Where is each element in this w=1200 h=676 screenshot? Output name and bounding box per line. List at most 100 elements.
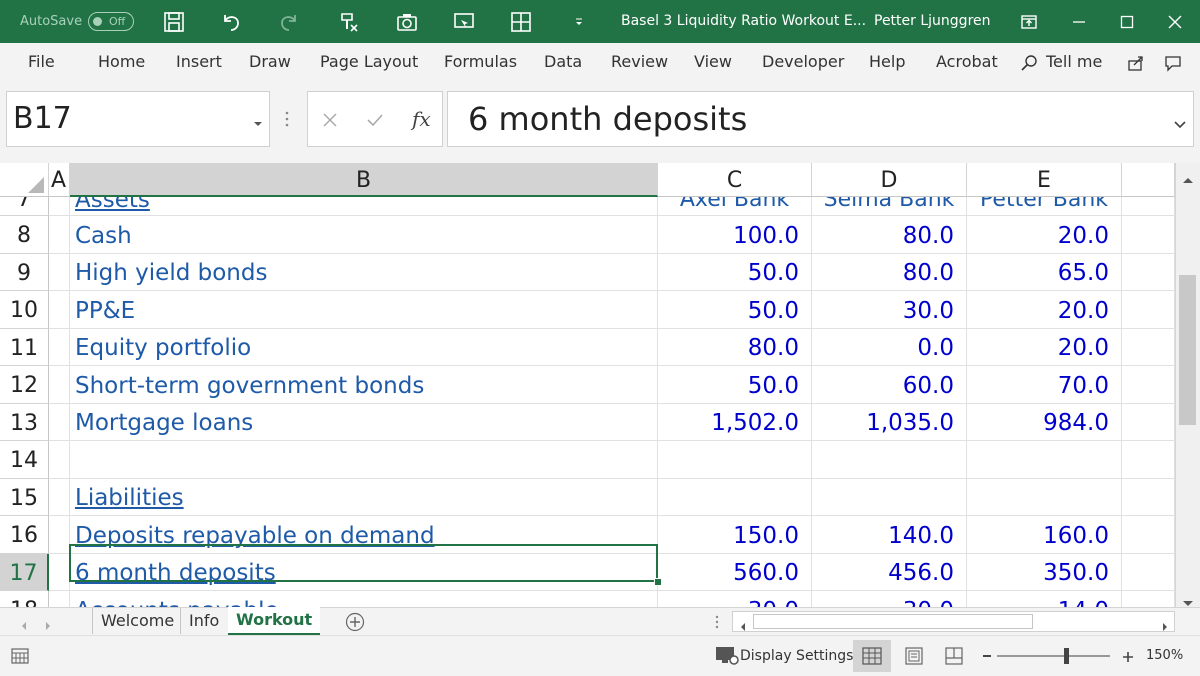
scroll-right-icon[interactable]	[1161, 617, 1169, 636]
page-layout-view-icon[interactable]	[904, 646, 924, 670]
value-cell[interactable]: 30.0	[812, 591, 967, 607]
column-header-e[interactable]: E	[967, 163, 1122, 197]
value-cell[interactable]: 65.0	[967, 254, 1122, 291]
cell[interactable]	[49, 404, 70, 441]
undo-icon[interactable]	[218, 9, 244, 35]
cell[interactable]	[1122, 591, 1175, 607]
scroll-thumb[interactable]	[1179, 275, 1196, 425]
display-settings-icon[interactable]	[715, 645, 739, 671]
cancel-entry-icon[interactable]	[322, 112, 338, 132]
cell[interactable]	[1122, 197, 1175, 216]
value-cell[interactable]: 20.0	[967, 329, 1122, 366]
tab-developer[interactable]: Developer	[762, 43, 844, 81]
row-header[interactable]: 7	[0, 197, 49, 216]
save-icon[interactable]	[161, 9, 187, 35]
comments-icon[interactable]	[1163, 53, 1183, 77]
add-sheet-icon[interactable]	[345, 612, 365, 636]
row-label-cell[interactable]: Equity portfolio	[70, 329, 658, 366]
cell[interactable]	[49, 197, 70, 216]
zoom-out-icon[interactable]	[983, 655, 991, 657]
zoom-slider[interactable]	[997, 655, 1110, 657]
cell[interactable]	[49, 366, 70, 404]
sheet-tab-welcome[interactable]: Welcome	[92, 608, 182, 634]
tab-formulas[interactable]: Formulas	[444, 43, 517, 81]
page-break-view-icon[interactable]	[944, 646, 964, 670]
column-header-d[interactable]: D	[812, 163, 967, 197]
row-header[interactable]: 17	[0, 554, 49, 591]
value-cell[interactable]	[812, 479, 967, 516]
cell[interactable]	[49, 329, 70, 366]
cell[interactable]	[1122, 404, 1175, 441]
tab-home[interactable]: Home	[98, 43, 145, 81]
value-cell[interactable]: 20.0	[967, 291, 1122, 329]
value-cell[interactable]	[812, 441, 967, 479]
cell[interactable]	[49, 254, 70, 291]
tab-page-layout[interactable]: Page Layout	[320, 43, 418, 81]
row-header[interactable]: 18	[0, 591, 49, 607]
normal-view-button[interactable]	[853, 640, 891, 672]
value-cell[interactable]: 80.0	[658, 329, 812, 366]
scroll-up-icon[interactable]	[1182, 169, 1194, 188]
select-all-corner[interactable]	[0, 163, 49, 197]
value-cell[interactable]: 50.0	[658, 291, 812, 329]
zoom-slider-thumb[interactable]	[1064, 648, 1069, 664]
name-box[interactable]: B17	[6, 91, 270, 147]
row-label-cell[interactable]: Cash	[70, 216, 658, 254]
cell[interactable]	[1122, 291, 1175, 329]
clear-format-icon[interactable]	[336, 9, 362, 35]
cell[interactable]	[1122, 366, 1175, 404]
cell[interactable]	[1122, 329, 1175, 366]
value-cell[interactable]: 80.0	[812, 216, 967, 254]
row-header[interactable]: 9	[0, 254, 49, 291]
tab-data[interactable]: Data	[544, 43, 582, 81]
row-label-cell[interactable]: Mortgage loans	[70, 404, 658, 441]
row-label-cell[interactable]	[70, 441, 658, 479]
cell[interactable]	[49, 516, 70, 554]
value-cell[interactable]	[658, 441, 812, 479]
prev-sheet-icon[interactable]	[20, 616, 28, 635]
chevron-down-icon[interactable]	[253, 114, 263, 133]
tab-view[interactable]: View	[694, 43, 732, 81]
value-cell[interactable]: 50.0	[658, 366, 812, 404]
insert-function-button[interactable]: fx	[412, 92, 431, 146]
horizontal-scrollbar[interactable]	[732, 611, 1175, 632]
value-cell[interactable]: 30.0	[812, 291, 967, 329]
table-grid-icon[interactable]	[508, 9, 534, 35]
value-cell[interactable]: 50.0	[658, 254, 812, 291]
value-cell[interactable]: 150.0	[658, 516, 812, 554]
split-handle-icon[interactable]	[714, 614, 720, 634]
row-header[interactable]: 16	[0, 516, 49, 554]
value-cell[interactable]	[967, 479, 1122, 516]
value-cell[interactable]: 100.0	[658, 216, 812, 254]
tab-acrobat[interactable]: Acrobat	[936, 43, 998, 81]
tab-insert[interactable]: Insert	[176, 43, 222, 81]
close-icon[interactable]	[1162, 9, 1188, 35]
bank-name-petter[interactable]: Petter Bank	[967, 197, 1122, 216]
zoom-level[interactable]: 150%	[1146, 636, 1183, 676]
row-header[interactable]: 8	[0, 216, 49, 254]
cell[interactable]	[1122, 479, 1175, 516]
cell[interactable]	[49, 441, 70, 479]
bank-name-axel[interactable]: Axel Bank	[658, 197, 812, 216]
drag-handle-icon[interactable]	[284, 109, 290, 133]
value-cell[interactable]: 0.0	[812, 329, 967, 366]
expand-formula-chevron-icon[interactable]	[1174, 115, 1186, 134]
present-icon[interactable]	[451, 9, 477, 35]
row-label-cell[interactable]: 6 month deposits	[70, 554, 658, 591]
value-cell[interactable]: 14.0	[967, 591, 1122, 607]
next-sheet-icon[interactable]	[44, 616, 52, 635]
cell[interactable]	[1122, 216, 1175, 254]
formula-input[interactable]: 6 month deposits	[447, 91, 1194, 147]
column-header-a[interactable]: A	[49, 163, 70, 197]
column-header-f[interactable]	[1122, 163, 1175, 197]
value-cell[interactable]	[967, 441, 1122, 479]
fill-handle[interactable]	[654, 578, 662, 586]
row-label-cell[interactable]: PP&E	[70, 291, 658, 329]
row-label-cell[interactable]: High yield bonds	[70, 254, 658, 291]
cell[interactable]	[49, 479, 70, 516]
cell[interactable]	[1122, 254, 1175, 291]
tab-draw[interactable]: Draw	[249, 43, 291, 81]
value-cell[interactable]: 160.0	[967, 516, 1122, 554]
cell[interactable]	[1122, 516, 1175, 554]
autosave-toggle[interactable]: Off	[88, 12, 134, 31]
